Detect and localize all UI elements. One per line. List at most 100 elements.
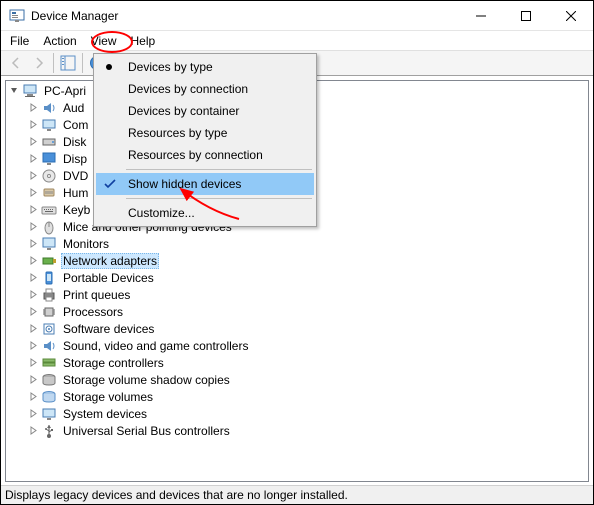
tree-item-label: Sound, video and game controllers (61, 339, 250, 353)
expander-icon[interactable] (27, 425, 39, 437)
menu-file[interactable]: File (3, 33, 36, 49)
tree-item-label: Hum (61, 186, 90, 200)
window-controls (458, 1, 593, 30)
expander-icon[interactable] (27, 323, 39, 335)
tree-item-label: System devices (61, 407, 149, 421)
expander-icon[interactable] (27, 408, 39, 420)
menu-resources-by-type[interactable]: Resources by type (96, 122, 314, 144)
menu-item-label: Devices by container (128, 104, 239, 118)
status-bar: Displays legacy devices and devices that… (1, 485, 593, 504)
expander-icon[interactable] (8, 85, 20, 97)
tree-item-label: Universal Serial Bus controllers (61, 424, 232, 438)
expander-icon[interactable] (27, 374, 39, 386)
window-title: Device Manager (31, 9, 458, 23)
expander-icon[interactable] (27, 136, 39, 148)
expander-icon[interactable] (27, 170, 39, 182)
device-category-icon (41, 236, 57, 252)
forward-button[interactable] (28, 52, 50, 74)
tree-item-label: Disk (61, 135, 88, 149)
device-category-icon (41, 202, 57, 218)
menu-separator (126, 169, 312, 170)
device-category-icon (41, 185, 57, 201)
tree-item-label: Storage volumes (61, 390, 155, 404)
tree-item-label: Network adapters (61, 253, 159, 269)
tree-item-label: Processors (61, 305, 125, 319)
menu-view[interactable]: View (84, 33, 124, 49)
expander-icon[interactable] (27, 221, 39, 233)
computer-icon (22, 83, 38, 99)
expander-icon[interactable] (27, 306, 39, 318)
tree-item[interactable]: System devices (6, 405, 588, 422)
tree-item[interactable]: Software devices (6, 320, 588, 337)
menu-devices-by-container[interactable]: Devices by container (96, 100, 314, 122)
menu-item-label: Resources by connection (128, 148, 263, 162)
tree-item-label: Storage controllers (61, 356, 166, 370)
menu-customize[interactable]: Customize... (96, 202, 314, 224)
device-category-icon (41, 389, 57, 405)
tree-item[interactable]: Universal Serial Bus controllers (6, 422, 588, 439)
tree-item-label: Print queues (61, 288, 132, 302)
expander-icon[interactable] (27, 391, 39, 403)
menu-item-label: Devices by connection (128, 82, 248, 96)
device-category-icon (41, 355, 57, 371)
expander-icon[interactable] (27, 272, 39, 284)
device-category-icon (41, 406, 57, 422)
device-category-icon (41, 100, 57, 116)
show-hide-tree-button[interactable] (57, 52, 79, 74)
device-category-icon (41, 287, 57, 303)
menu-item-label: Customize... (128, 206, 195, 220)
tree-item-label: Portable Devices (61, 271, 156, 285)
expander-icon[interactable] (27, 204, 39, 216)
device-category-icon (41, 338, 57, 354)
expander-icon[interactable] (27, 289, 39, 301)
tree-item[interactable]: Processors (6, 303, 588, 320)
tree-item-label: Software devices (61, 322, 156, 336)
tree-item[interactable]: Sound, video and game controllers (6, 337, 588, 354)
tree-item[interactable]: Storage volume shadow copies (6, 371, 588, 388)
device-category-icon (41, 253, 57, 269)
menu-item-label: Devices by type (128, 60, 213, 74)
expander-icon[interactable] (27, 102, 39, 114)
menu-resources-by-connection[interactable]: Resources by connection (96, 144, 314, 166)
expander-icon[interactable] (27, 238, 39, 250)
device-category-icon (41, 372, 57, 388)
menu-devices-by-type[interactable]: Devices by type (96, 56, 314, 78)
expander-icon[interactable] (27, 153, 39, 165)
tree-item[interactable]: Storage controllers (6, 354, 588, 371)
expander-icon[interactable] (27, 187, 39, 199)
tree-item[interactable]: Print queues (6, 286, 588, 303)
menu-item-label: Show hidden devices (128, 177, 241, 191)
tree-root-label: PC-Apri (42, 84, 88, 98)
tree-item-label: Aud (61, 101, 86, 115)
maximize-button[interactable] (503, 1, 548, 30)
menu-item-label: Resources by type (128, 126, 227, 140)
menu-devices-by-connection[interactable]: Devices by connection (96, 78, 314, 100)
view-menu-dropdown: Devices by type Devices by connection De… (93, 53, 317, 227)
minimize-button[interactable] (458, 1, 503, 30)
device-category-icon (41, 219, 57, 235)
expander-icon[interactable] (27, 357, 39, 369)
device-category-icon (41, 423, 57, 439)
menu-bar: File Action View Help (1, 31, 593, 50)
expander-icon[interactable] (27, 255, 39, 267)
device-category-icon (41, 134, 57, 150)
expander-icon[interactable] (27, 340, 39, 352)
expander-icon[interactable] (27, 119, 39, 131)
tree-item-label: Keyb (61, 203, 92, 217)
close-button[interactable] (548, 1, 593, 30)
tree-item[interactable]: Network adapters (6, 252, 588, 269)
toolbar-divider (82, 53, 83, 73)
device-category-icon (41, 117, 57, 133)
device-category-icon (41, 321, 57, 337)
back-button[interactable] (5, 52, 27, 74)
toolbar-divider (53, 53, 54, 73)
menu-show-hidden-devices[interactable]: Show hidden devices (96, 173, 314, 195)
radio-bullet-icon (106, 64, 112, 70)
menu-action[interactable]: Action (36, 33, 83, 49)
tree-item[interactable]: Portable Devices (6, 269, 588, 286)
tree-item[interactable]: Monitors (6, 235, 588, 252)
menu-help[interactable]: Help (124, 33, 163, 49)
tree-item[interactable]: Storage volumes (6, 388, 588, 405)
device-category-icon (41, 151, 57, 167)
tree-item-label: Storage volume shadow copies (61, 373, 232, 387)
